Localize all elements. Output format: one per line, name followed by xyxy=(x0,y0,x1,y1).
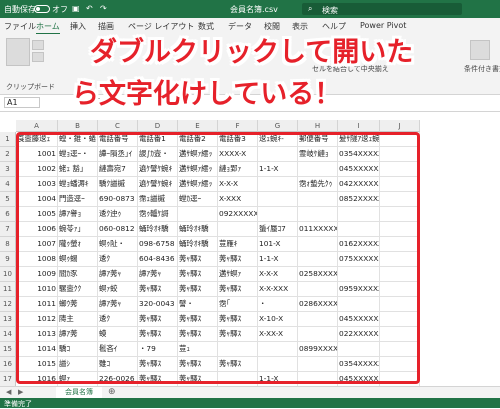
highlight-box xyxy=(16,132,420,384)
redo-icon[interactable]: ↷ xyxy=(100,4,107,13)
search-icon: ⌕ xyxy=(308,4,313,13)
tab-file[interactable]: ファイル xyxy=(4,21,36,32)
row-header[interactable]: 6 xyxy=(0,207,16,222)
title-bar: 自動保存 オフ ▣ ↶ ↷ 会員名簿.csv ⌕ 検索 xyxy=(0,0,500,18)
column-header[interactable]: C xyxy=(98,120,138,132)
row-header[interactable]: 2 xyxy=(0,147,16,162)
row-header[interactable]: 7 xyxy=(0,222,16,237)
column-header[interactable]: I xyxy=(338,120,380,132)
tab-insert[interactable]: 挿入 xyxy=(70,21,86,32)
row-header[interactable]: 10 xyxy=(0,267,16,282)
autosave-label: 自動保存 xyxy=(4,5,36,14)
add-sheet-icon[interactable]: ⊕ xyxy=(108,387,116,397)
search-label: 検索 xyxy=(322,6,338,15)
search-box[interactable]: ⌕ 検索 xyxy=(302,3,462,15)
row-header[interactable]: 9 xyxy=(0,252,16,267)
clipboard-group-label: クリップボード xyxy=(6,83,55,91)
file-name: 会員名簿.csv xyxy=(230,5,278,14)
row-header[interactable]: 5 xyxy=(0,192,16,207)
column-header[interactable]: A xyxy=(16,120,58,132)
column-header[interactable]: G xyxy=(258,120,298,132)
annotation-line-1: ダブルクリックして開いた xyxy=(90,37,414,68)
autosave-state: オフ xyxy=(52,5,68,14)
name-box[interactable]: A1 xyxy=(4,97,40,108)
column-header[interactable]: J xyxy=(380,120,420,132)
row-header[interactable]: 8 xyxy=(0,237,16,252)
autosave-toggle[interactable] xyxy=(34,5,50,13)
conditional-format-icon[interactable] xyxy=(470,40,490,60)
column-header[interactable]: F xyxy=(218,120,258,132)
row-header[interactable]: 11 xyxy=(0,282,16,297)
row-header[interactable]: 1 xyxy=(0,132,16,147)
tab-power-pivot[interactable]: Power Pivot xyxy=(360,21,406,30)
row-header[interactable]: 12 xyxy=(0,297,16,312)
row-header[interactable]: 16 xyxy=(0,357,16,372)
row-header[interactable]: 4 xyxy=(0,177,16,192)
column-header[interactable]: H xyxy=(298,120,338,132)
row-header[interactable]: 13 xyxy=(0,312,16,327)
annotation-line-2: ら文字化けしている！ xyxy=(72,79,342,110)
conditional-format-label[interactable]: 条件付き書式 xyxy=(464,64,500,74)
column-header[interactable]: E xyxy=(178,120,218,132)
copy-icon[interactable] xyxy=(32,52,44,62)
column-header[interactable]: D xyxy=(138,120,178,132)
tab-home[interactable]: ホーム xyxy=(36,21,60,35)
undo-icon[interactable]: ↶ xyxy=(86,4,93,13)
row-header[interactable]: 15 xyxy=(0,342,16,357)
paste-icon[interactable] xyxy=(6,38,30,66)
save-icon[interactable]: ▣ xyxy=(72,4,80,13)
prev-sheet-icon[interactable]: ◀ xyxy=(6,388,11,396)
next-sheet-icon[interactable]: ▶ xyxy=(18,388,23,396)
row-header[interactable]: 17 xyxy=(0,372,16,387)
cut-icon[interactable] xyxy=(32,40,44,50)
row-header[interactable]: 14 xyxy=(0,327,16,342)
row-header[interactable]: 3 xyxy=(0,162,16,177)
column-header[interactable]: B xyxy=(58,120,98,132)
status-bar: 準備完了 xyxy=(0,398,500,408)
